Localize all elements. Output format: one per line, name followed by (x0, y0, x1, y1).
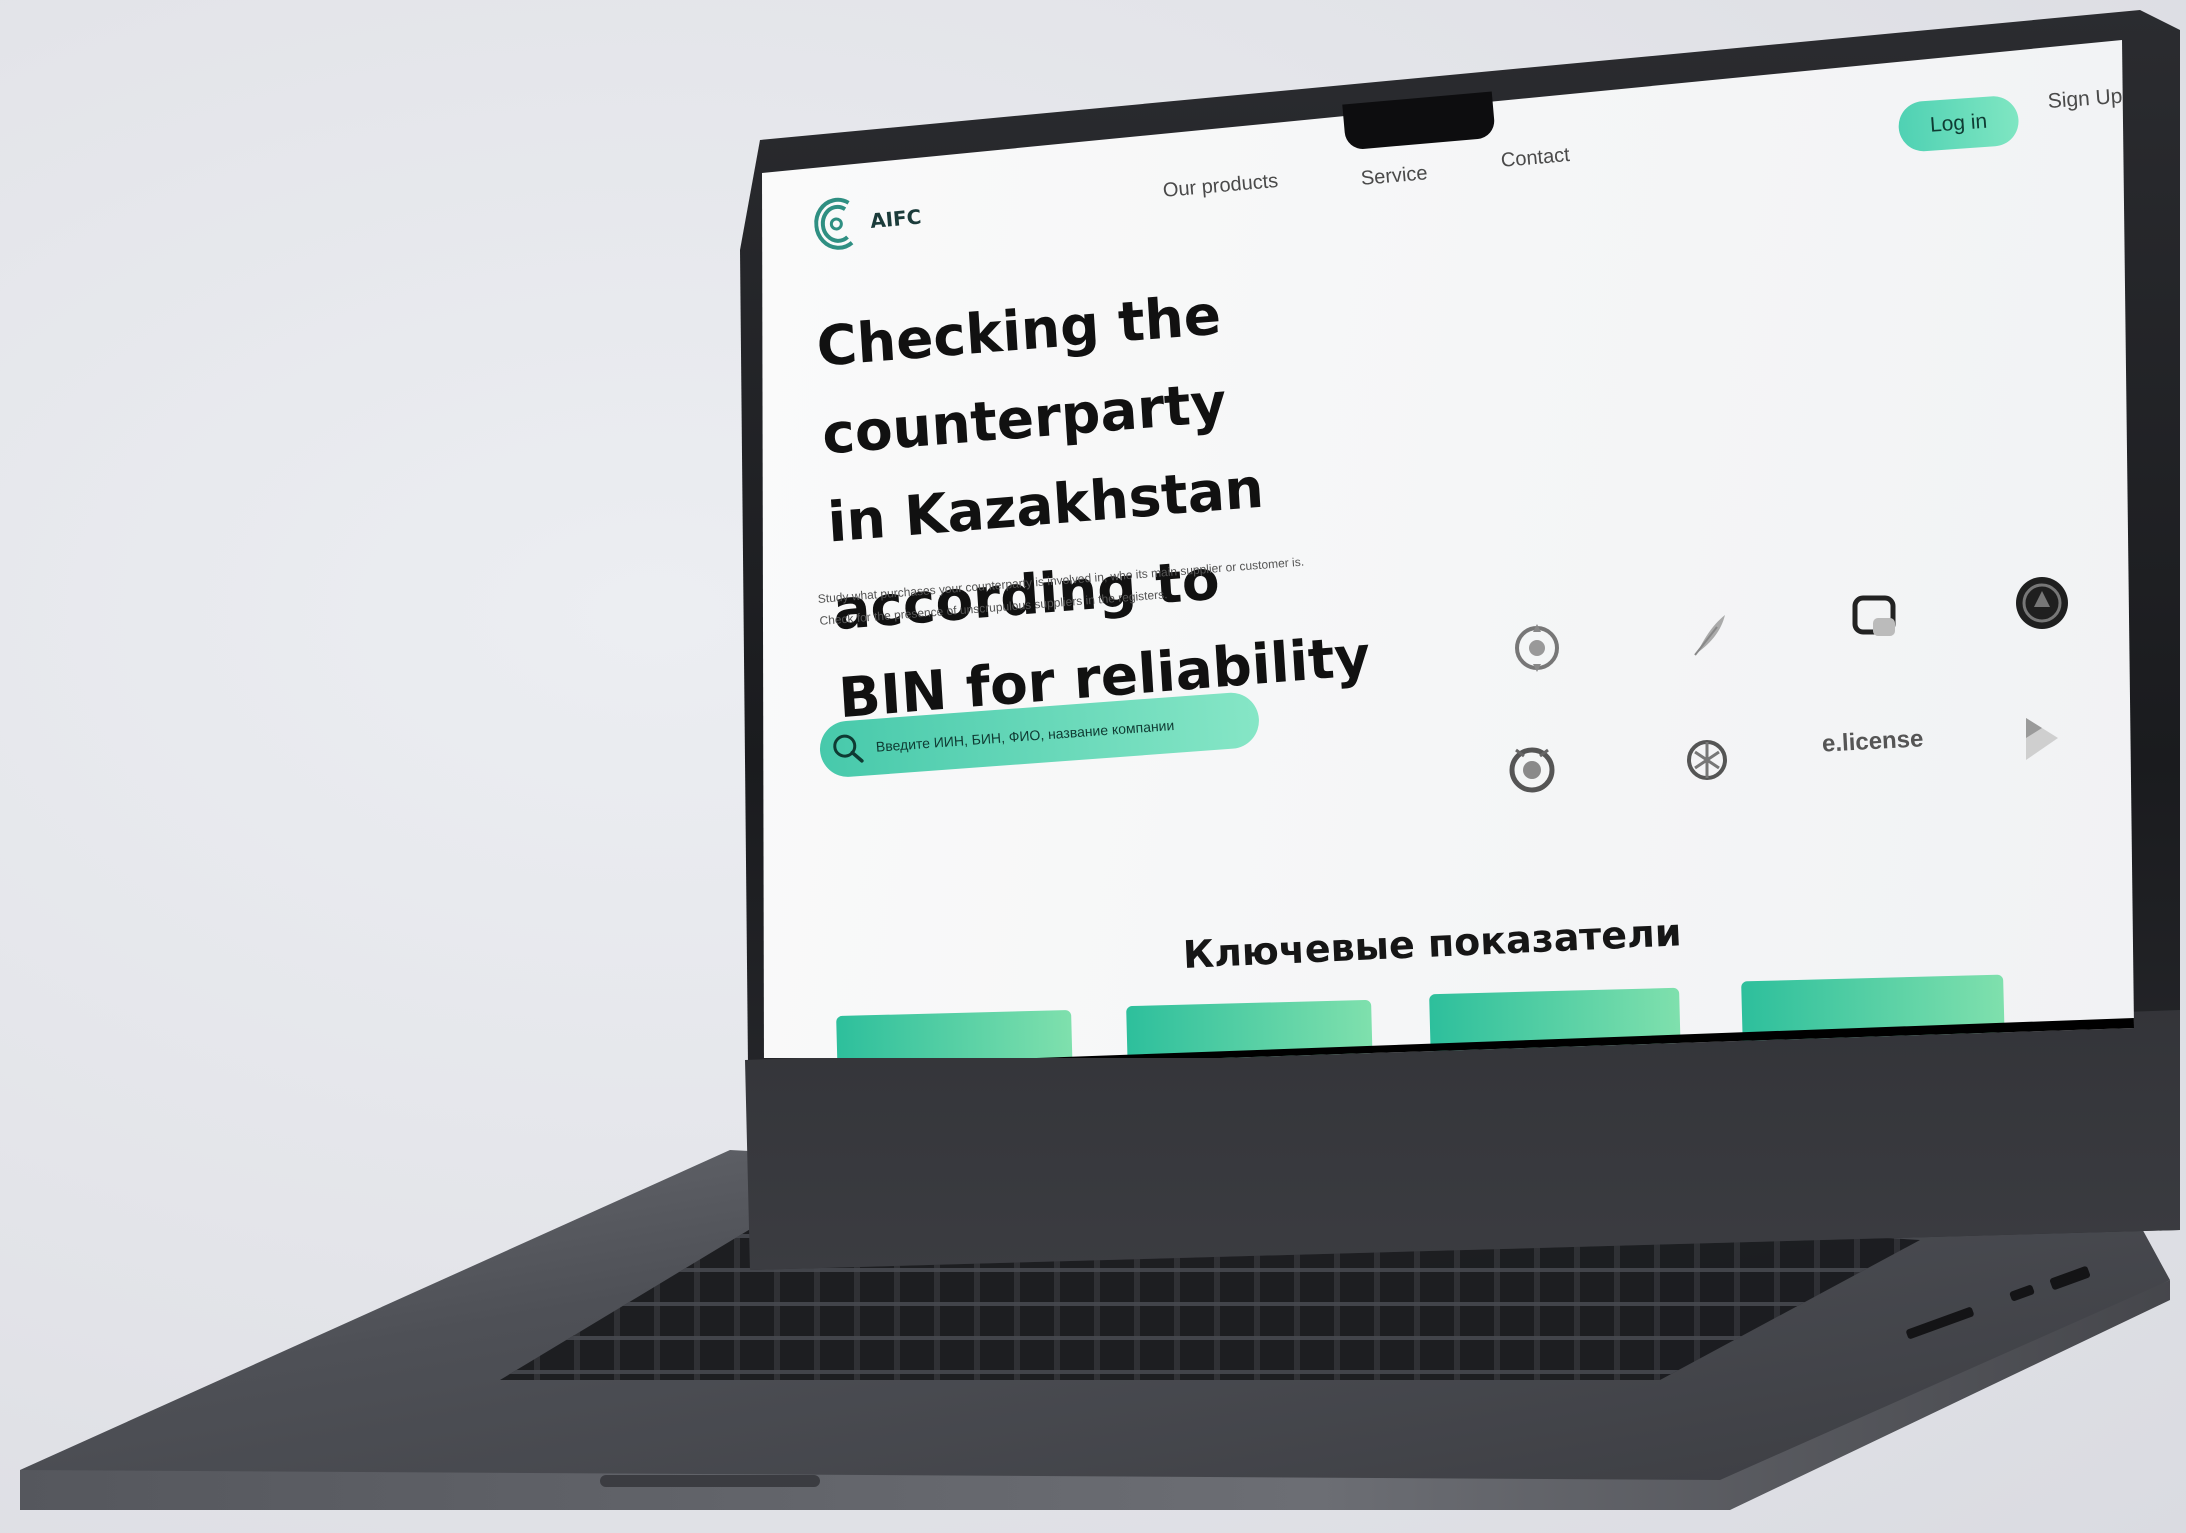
emblem-icon[interactable] (1677, 728, 1737, 788)
search-icon (833, 734, 864, 763)
feather-icon[interactable] (1677, 603, 1737, 663)
laptop-front-notch (600, 1475, 820, 1487)
nav-our-products[interactable]: Our products (1162, 170, 1279, 203)
nav-service[interactable]: Service (1360, 162, 1428, 191)
emblem-icon[interactable] (1507, 618, 1567, 678)
signup-link[interactable]: Sign Up (2047, 85, 2123, 114)
hero-title: Checking the counterparty in Kazakhstan … (814, 242, 1599, 742)
laptop-screen: AIFC Our products Service Contact Log in… (762, 40, 2134, 1058)
emblem-icon[interactable] (1502, 738, 1562, 798)
laptop-mockup-scene: AIFC Our products Service Contact Log in… (0, 0, 2186, 1533)
nav-contact[interactable]: Contact (1500, 144, 1571, 173)
e-license-logo[interactable]: e.license (1821, 725, 1924, 758)
chat-bubble-icon[interactable] (1847, 588, 1907, 648)
logo[interactable]: AIFC (812, 189, 924, 254)
website: AIFC Our products Service Contact Log in… (762, 40, 2134, 1058)
kpi-section-title: Ключевые показатели (1182, 910, 1683, 977)
logo-text: AIFC (869, 204, 923, 233)
login-button[interactable]: Log in (1897, 94, 2021, 153)
kpi-card (836, 1009, 1073, 1058)
aifc-logo-icon (814, 197, 854, 250)
play-icon[interactable] (2012, 708, 2072, 768)
seal-icon[interactable] (2012, 573, 2072, 633)
search-input[interactable] (875, 711, 1256, 755)
